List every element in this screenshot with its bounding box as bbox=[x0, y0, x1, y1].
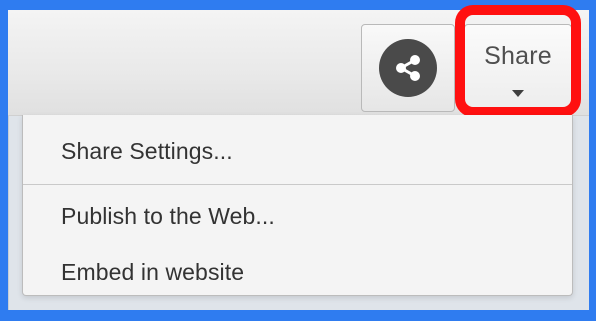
share-button-label: Share bbox=[484, 42, 552, 70]
menu-divider bbox=[23, 184, 572, 185]
share-dropdown-menu: Share Settings... Publish to the Web... … bbox=[22, 115, 573, 296]
chevron-down-icon bbox=[512, 90, 524, 97]
share-icon-button[interactable] bbox=[361, 24, 455, 112]
menu-item-share-settings[interactable]: Share Settings... bbox=[61, 134, 233, 168]
menu-item-publish-to-web[interactable]: Publish to the Web... bbox=[61, 199, 275, 233]
menu-item-embed-in-website[interactable]: Embed in website bbox=[61, 255, 244, 289]
screenshot-canvas: Share Share Settings... Publish to the W… bbox=[0, 0, 596, 321]
share-icon bbox=[379, 39, 437, 97]
share-menu-button[interactable]: Share bbox=[464, 24, 572, 116]
